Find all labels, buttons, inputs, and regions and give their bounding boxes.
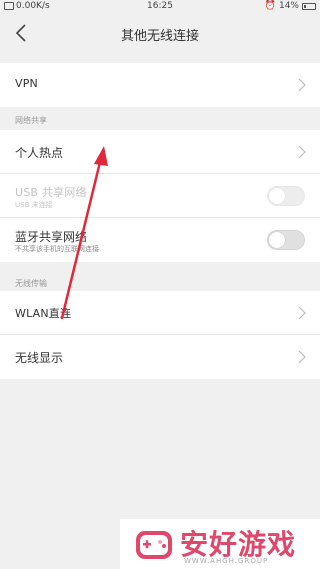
hotspot-row[interactable]: 个人热点 [0, 130, 320, 174]
title-bar: 其他无线连接 [0, 14, 320, 52]
battery-icon [302, 2, 316, 10]
chevron-right-icon [298, 350, 306, 364]
bt-tethering-label: 蓝牙共享网络 [15, 230, 88, 244]
page-title: 其他无线连接 [120, 29, 199, 44]
section-header-sharing: 网络共享 [15, 116, 47, 125]
usb-tethering-label: USB 共享网络 [15, 186, 87, 199]
usb-tethering-status: USB 未连接 [15, 201, 53, 209]
section-header-wireless: 无线传输 [15, 279, 47, 288]
usb-tethering-toggle [267, 186, 305, 206]
watermark-url: WWW.AHGH.GROUP [184, 557, 269, 565]
wlan-direct-label: WLAN直连 [15, 307, 72, 320]
wireless-display-row[interactable]: 无线显示 [0, 335, 320, 379]
usb-tethering-row: USB 共享网络 USB 未连接 [0, 174, 320, 218]
battery-percent: 14% [278, 1, 299, 11]
gamepad-logo-icon [136, 531, 172, 559]
wireless-display-label: 无线显示 [15, 351, 64, 365]
bt-tethering-row[interactable]: 蓝牙共享网络 不共享该手机的互联网连接 [0, 218, 320, 262]
chevron-right-icon [298, 78, 306, 92]
status-bar: 0.00K/s 16:25 ⏰ 14% [0, 0, 320, 14]
wlan-direct-row[interactable]: WLAN直连 [0, 291, 320, 335]
watermark: 安好游戏 WWW.AHGH.GROUP [120, 519, 320, 569]
vpn-section: VPN [0, 63, 320, 107]
bt-tethering-status: 不共享该手机的互联网连接 [15, 245, 99, 253]
wireless-section: WLAN直连 无线显示 [0, 291, 320, 379]
bt-tethering-toggle[interactable] [267, 230, 305, 250]
vpn-row[interactable]: VPN [0, 63, 320, 107]
chevron-right-icon [298, 306, 306, 320]
status-right: ⏰ 14% [265, 1, 316, 11]
chevron-right-icon [298, 145, 306, 159]
vpn-label: VPN [15, 77, 38, 90]
hotspot-label: 个人热点 [15, 146, 64, 160]
alarm-icon: ⏰ [264, 1, 276, 11]
sharing-section: 个人热点 USB 共享网络 USB 未连接 蓝牙共享网络 不共享该手机的互联网连… [0, 130, 320, 262]
